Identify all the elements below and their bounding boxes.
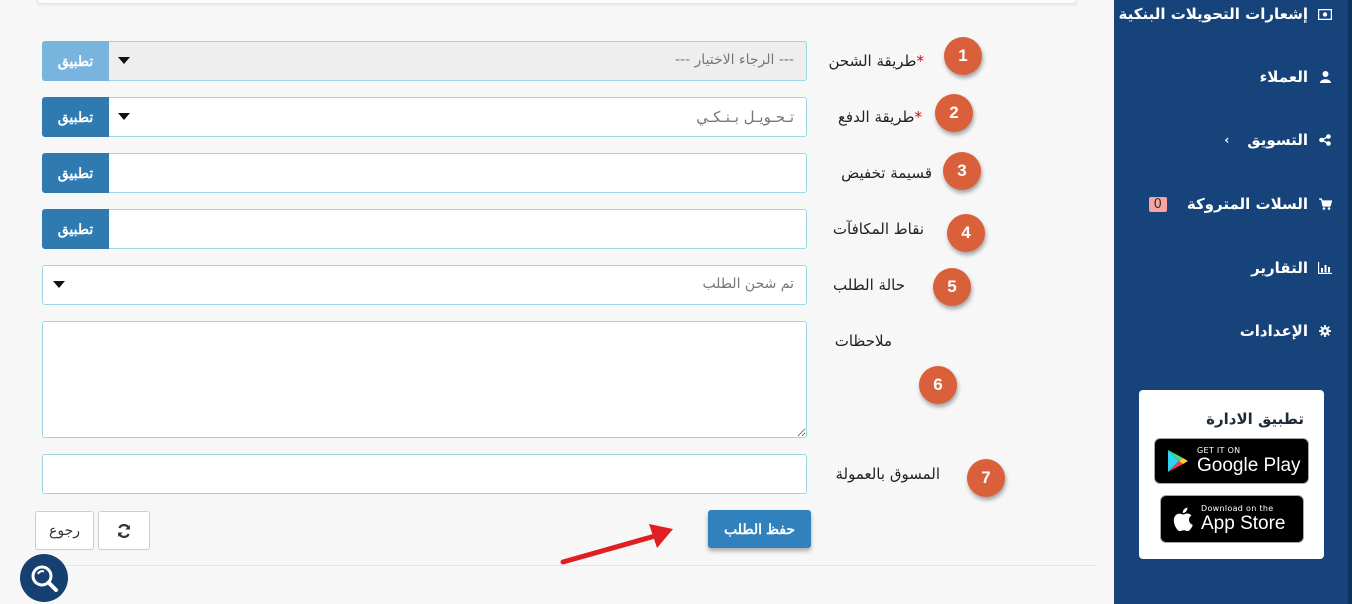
back-button[interactable]: رجوع [35,511,94,550]
app-store-small-text: Download on the [1201,503,1274,513]
sidebar-item-marketing[interactable]: التسويق › [1224,131,1332,149]
save-order-button[interactable]: حفظ الطلب [708,510,811,548]
money-icon [1318,7,1332,21]
floating-search-button[interactable] [20,554,68,602]
sidebar-item-customers[interactable]: العملاء [1260,68,1332,86]
refresh-icon [117,523,131,538]
shipping-method-label: *طريقة الشحن [828,52,925,70]
user-icon [1318,70,1332,84]
refresh-button[interactable] [98,511,150,550]
payment-method-label: *طريقة الدفع [837,108,923,126]
payment-method-value: تـحـويـل بـنـكـي [696,108,794,126]
affiliate-input[interactable] [42,454,807,494]
google-play-icon [1167,449,1189,473]
search-icon [29,563,59,593]
reward-points-label: نقاط المكافآت [832,220,924,238]
apply-shipping-button[interactable]: تطبيق [42,41,109,81]
payment-method-select[interactable]: تـحـويـل بـنـكـي [107,97,807,137]
shipping-method-value: --- الرجاء الاختيار --- [674,52,794,68]
sidebar-item-settings[interactable]: الإعدادات [1240,322,1332,340]
reward-points-input[interactable] [107,209,807,249]
cart-icon [1318,197,1332,211]
chevron-left-icon: › [1224,133,1230,147]
step-marker-1: 1 [944,37,982,75]
required-asterisk: * [916,52,925,70]
order-status-value: تم شحن الطلب [702,276,794,292]
sidebar-item-label: التقارير [1251,259,1308,277]
app-card-title: تطبيق الادارة [1206,410,1304,428]
apply-coupon-button[interactable]: تطبيق [42,153,109,193]
gear-icon [1318,324,1332,338]
google-play-button[interactable]: GET IT ON Google Play [1154,438,1309,484]
bar-chart-icon [1318,261,1332,275]
notes-textarea[interactable] [42,321,807,438]
order-status-select[interactable]: تم شحن الطلب [42,265,807,305]
step-marker-2: 2 [935,94,973,132]
admin-app-card: تطبيق الادارة GET IT ON Google Play Down… [1139,390,1324,559]
caret-down-icon [118,113,130,120]
sidebar-item-bank-transfer-notifications[interactable]: إشعارات التحويلات البنكية [1119,5,1332,23]
share-icon [1318,133,1332,147]
sidebar-item-label: العملاء [1259,68,1308,86]
annotation-arrow-icon [560,524,673,565]
app-store-button[interactable]: Download on the App Store [1160,495,1304,543]
sidebar-item-label: التسويق [1247,131,1308,149]
app-store-big-text: App Store [1201,512,1286,534]
sidebar-scrollbar[interactable] [1348,0,1352,604]
shipping-method-select[interactable]: --- الرجاء الاختيار --- [107,41,807,81]
coupon-label: قسيمة تخفيض [841,164,932,182]
coupon-input[interactable] [107,153,807,193]
caret-down-icon [118,57,130,64]
step-marker-7: 7 [967,459,1005,497]
sidebar-item-label: السلات المتروكة [1186,195,1308,213]
apply-reward-button[interactable]: تطبيق [42,209,109,249]
google-play-big-text: Google Play [1197,454,1301,476]
caret-down-icon [53,281,65,288]
sidebar-item-abandoned-carts[interactable]: السلات المتروكة 0 [1148,195,1332,213]
step-marker-3: 3 [943,152,981,190]
step-marker-6: 6 [919,366,957,404]
step-marker-5: 5 [933,268,971,306]
apple-icon [1173,507,1193,531]
top-card-edge [37,0,1077,4]
count-badge: 0 [1148,196,1167,212]
required-asterisk: * [914,108,923,126]
sidebar-item-reports[interactable]: التقارير [1251,259,1332,277]
order-status-label: حالة الطلب [833,276,905,294]
apply-payment-button[interactable]: تطبيق [42,97,109,137]
sidebar-item-label: الإعدادات [1239,322,1308,340]
notes-label: ملاحظات [834,332,892,350]
affiliate-label: المسوق بالعمولة [835,465,940,483]
step-marker-4: 4 [947,214,985,252]
sidebar-item-label: إشعارات التحويلات البنكية [1118,5,1308,23]
google-play-small-text: GET IT ON [1197,445,1241,455]
